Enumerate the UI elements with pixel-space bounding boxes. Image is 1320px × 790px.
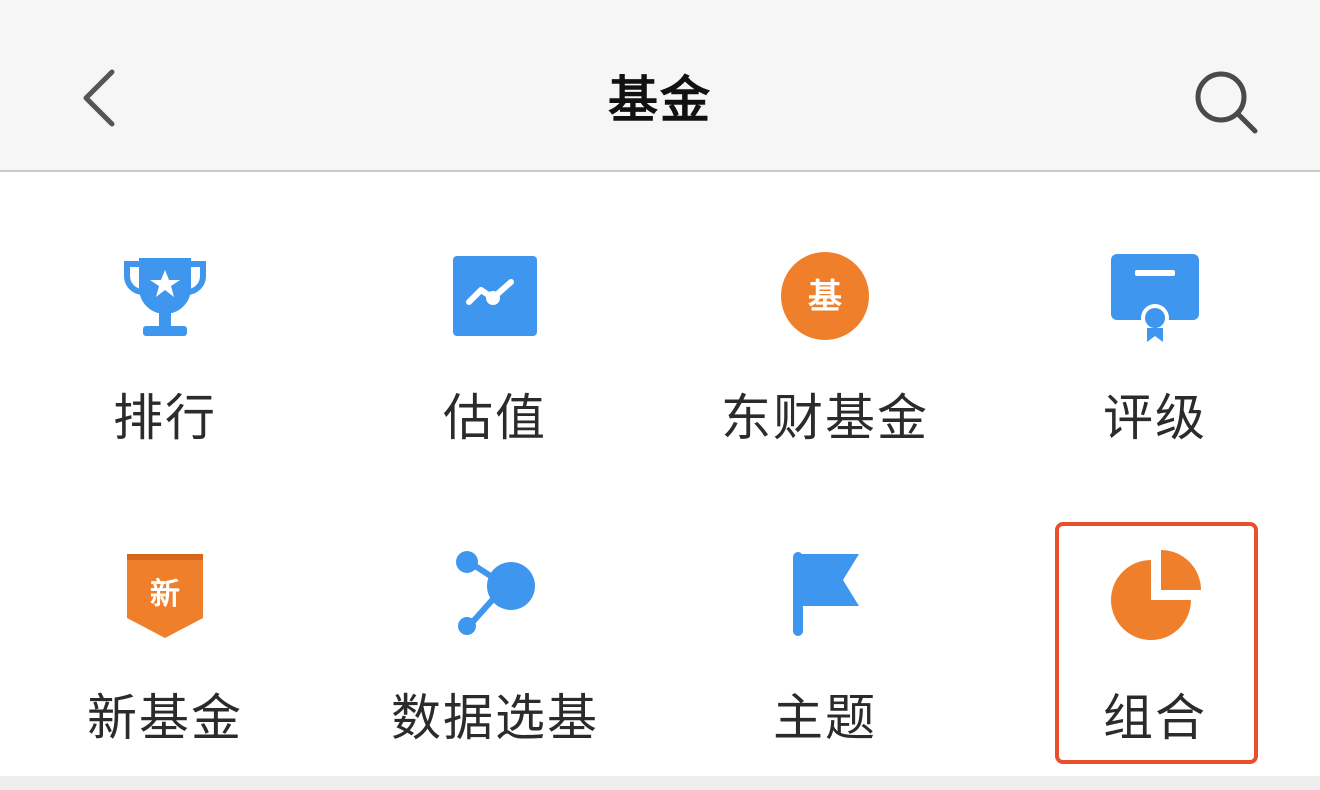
- trophy-icon: [115, 246, 215, 346]
- menu-item-label: 组合: [1103, 689, 1207, 747]
- fund-badge-icon: 基: [775, 246, 875, 346]
- menu-item-label: 新基金: [87, 689, 243, 747]
- new-tag-text: 新: [150, 577, 180, 612]
- search-icon: [1195, 71, 1258, 134]
- menu-item-label: 排行: [113, 389, 217, 447]
- fund-page: 基金 排行 估值 基 东财基金 评级 新 新基金 数据选基 主题 组合: [0, 0, 1320, 790]
- menu-item-label: 估值: [443, 389, 547, 447]
- menu-item-portfolio[interactable]: 组合: [990, 474, 1320, 774]
- menu-item-new-fund[interactable]: 新 新基金: [0, 474, 330, 774]
- trend-chart-icon: [445, 246, 545, 346]
- search-button[interactable]: [1182, 58, 1272, 148]
- menu-item-label: 东财基金: [721, 389, 929, 447]
- menu-item-label: 主题: [773, 689, 877, 747]
- pie-chart-icon: [1105, 546, 1205, 646]
- menu-item-theme[interactable]: 主题: [660, 474, 990, 774]
- menu-item-label: 评级: [1103, 389, 1207, 447]
- certificate-icon: [1105, 246, 1205, 346]
- menu-item-valuation[interactable]: 估值: [330, 174, 660, 474]
- fund-badge-text: 基: [808, 277, 842, 317]
- data-nodes-icon: [445, 546, 545, 646]
- new-tag-icon: 新: [115, 546, 215, 646]
- menu-item-rating[interactable]: 评级: [990, 174, 1320, 474]
- menu-item-eastmoney-fund[interactable]: 基 东财基金: [660, 174, 990, 474]
- page-title: 基金: [608, 71, 712, 129]
- bottom-divider: [0, 776, 1320, 790]
- menu-item-data-select[interactable]: 数据选基: [330, 474, 660, 774]
- flag-icon: [775, 546, 875, 646]
- top-bar: 基金: [0, 0, 1320, 172]
- menu-item-label: 数据选基: [391, 689, 599, 747]
- menu-item-ranking[interactable]: 排行: [0, 174, 330, 474]
